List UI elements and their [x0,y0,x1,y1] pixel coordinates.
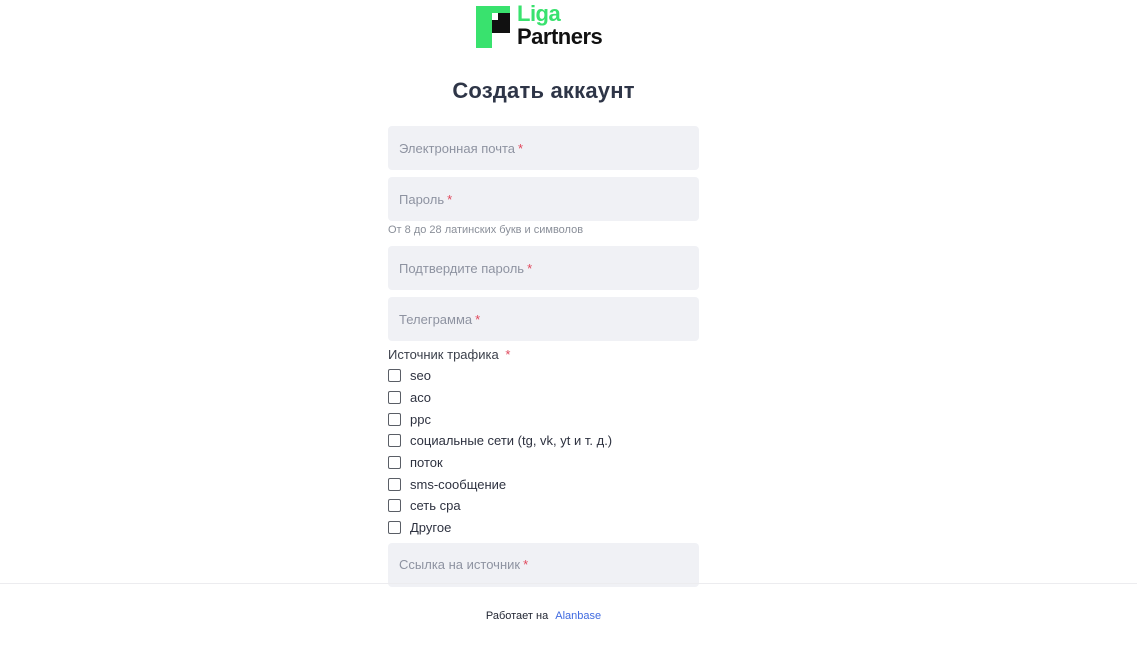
required-mark: * [518,140,524,156]
telegram-field[interactable]: Телеграмма * [388,297,699,341]
option-label: ppc [410,411,431,427]
required-mark: * [527,260,533,276]
checkbox-other[interactable] [388,521,401,535]
brand-name-line2: Partners [517,24,603,49]
registration-form: Электронная почта * Пароль * От 8 до 28 … [388,126,699,587]
source-link-field[interactable]: Ссылка на источник * [388,542,699,587]
option-label: sms-сообщение [410,476,507,492]
powered-by: Работает на Alanbase [0,610,1087,622]
brand-logo[interactable]: Liga Partners [476,1,616,50]
footer: Работает на Alanbase [0,583,1137,648]
brand-name: Liga Partners [517,1,603,49]
confirm-password-placeholder: Подтвердите пароль [399,260,525,276]
required-mark: * [523,557,529,572]
checkbox-aco[interactable] [388,391,401,405]
option-label: Другое [410,520,452,536]
checkbox-stream[interactable] [388,456,401,470]
confirm-password-field[interactable]: Подтвердите пароль * [388,246,699,290]
traffic-source-label-text: Источник трафика [388,347,499,362]
option-label: seo [410,368,431,384]
traffic-source-option[interactable]: sms-сообщение [388,473,699,495]
powered-by-text: Работает на [485,610,549,622]
traffic-source-option[interactable]: Другое [388,517,699,539]
checkbox-ppc[interactable] [388,412,401,426]
traffic-source-options: seo aco ppc социальные сети (tg, vk, yt … [388,365,699,539]
password-field[interactable]: Пароль * [388,177,699,221]
required-mark: * [505,347,511,362]
checkbox-sms[interactable] [388,477,401,491]
checkbox-cpa[interactable] [388,499,401,513]
alanbase-link[interactable]: Alanbase [555,610,601,622]
traffic-source-option[interactable]: поток [388,452,699,474]
traffic-source-option[interactable]: сеть cpa [388,495,699,517]
checkbox-seo[interactable] [388,369,401,383]
traffic-source-option[interactable]: aco [388,387,699,409]
traffic-source-option[interactable]: социальные сети (tg, vk, yt и т. д.) [388,430,699,452]
traffic-source-option[interactable]: ppc [388,408,699,430]
telegram-placeholder: Телеграмма [399,311,473,327]
checkbox-social[interactable] [388,434,401,448]
required-mark: * [475,311,481,327]
option-label: поток [410,455,443,471]
liga-logo-mark-icon [476,6,510,48]
traffic-source-label: Источник трафика * [388,347,699,363]
source-link-placeholder: Ссылка на источник [399,557,521,572]
email-field[interactable]: Электронная почта * [388,126,699,170]
required-mark: * [447,191,453,207]
option-label: социальные сети (tg, vk, yt и т. д.) [410,433,613,449]
password-placeholder: Пароль [399,191,445,207]
brand-name-line1: Liga [517,1,561,26]
page-title: Создать аккаунт [452,78,635,103]
registration-page: Liga Partners Создать аккаунт Электронна… [0,0,1137,648]
traffic-source-option[interactable]: seo [388,365,699,387]
password-hint: От 8 до 28 латинских букв и символов [388,224,584,236]
option-label: сеть cpa [410,498,461,514]
email-placeholder: Электронная почта [399,140,516,156]
option-label: aco [410,390,431,406]
